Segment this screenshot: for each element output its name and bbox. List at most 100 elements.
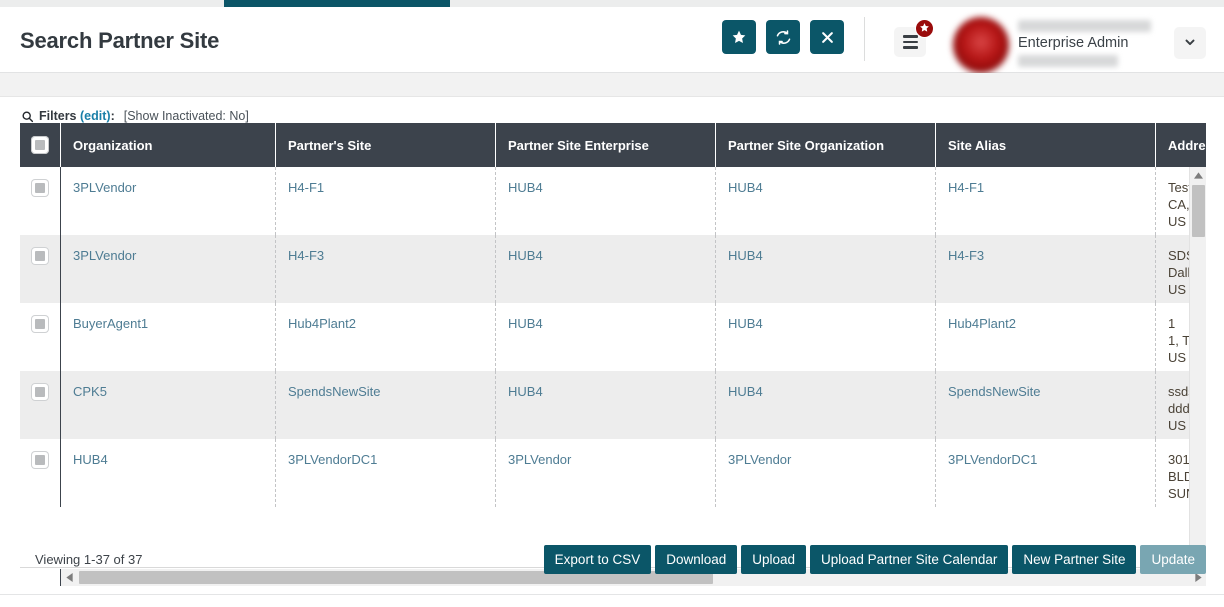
grid-body: 3PLVendor H4-F1 HUB4 HUB4 H4-F1 Test CA,… — [20, 167, 1206, 568]
cell-partners-site: SpendsNewSite — [275, 371, 495, 439]
column-header-partner-site-organization[interactable]: Partner Site Organization — [715, 123, 935, 167]
cell-partners-site: Hub4Plant2 — [275, 303, 495, 371]
main-content: Filters (edit) : [Show Inactivated: No] … — [0, 96, 1224, 595]
cell-site-alias: 3PLVendorDC1 — [935, 439, 1155, 507]
export-to-csv-button[interactable]: Export to CSV — [543, 545, 652, 574]
organization-link[interactable]: HUB4 — [73, 452, 108, 467]
organization-link[interactable]: CPK5 — [73, 384, 107, 399]
close-button[interactable] — [810, 20, 844, 54]
filters-label: Filters — [39, 109, 77, 123]
cell-partner-site-enterprise: HUB4 — [495, 371, 715, 439]
select-all-cell — [20, 123, 60, 167]
row-checkbox[interactable] — [31, 315, 49, 333]
header-action-buttons — [722, 20, 844, 54]
organization-link[interactable]: 3PLVendor — [73, 248, 136, 263]
cell-organization: BuyerAgent1 — [60, 303, 275, 371]
organization-link[interactable]: 3PLVendor — [73, 180, 136, 195]
cell-partner-site-enterprise: HUB4 — [495, 303, 715, 371]
column-header-partners-site[interactable]: Partner's Site — [275, 123, 495, 167]
row-select-cell — [20, 371, 60, 439]
grid-header-row: Organization Partner's Site Partner Site… — [20, 123, 1206, 167]
close-icon — [820, 30, 835, 45]
column-header-organization[interactable]: Organization — [60, 123, 275, 167]
cell-partner-site-enterprise: 3PLVendor — [495, 439, 715, 507]
cell-partners-site: 3PLVendorDC1 — [275, 439, 495, 507]
upload-button[interactable]: Upload — [741, 545, 807, 574]
filters-edit-link[interactable]: (edit) — [80, 109, 111, 123]
cell-site-alias: SpendsNewSite — [935, 371, 1155, 439]
cell-site-alias: Hub4Plant2 — [935, 303, 1155, 371]
table-row[interactable]: HUB4 3PLVendorDC1 3PLVendor 3PLVendor 3P… — [20, 439, 1206, 507]
star-icon — [919, 22, 930, 36]
user-org-redacted — [1018, 55, 1118, 67]
grid-vertical-scrollbar[interactable] — [1189, 167, 1206, 568]
partners-site-link[interactable]: SpendsNewSite — [288, 384, 381, 399]
favorite-button[interactable] — [722, 20, 756, 54]
row-checkbox[interactable] — [31, 383, 49, 401]
search-icon — [21, 110, 34, 123]
scroll-up-icon[interactable] — [1190, 167, 1207, 183]
vertical-scroll-thumb[interactable] — [1192, 185, 1205, 237]
row-checkbox[interactable] — [31, 451, 49, 469]
scroll-left-icon[interactable] — [61, 569, 77, 586]
cell-site-alias: H4-F1 — [935, 167, 1155, 235]
download-button[interactable]: Download — [655, 545, 738, 574]
cell-organization: CPK5 — [60, 371, 275, 439]
page-title: Search Partner Site — [20, 28, 220, 53]
cell-partner-site-organization: HUB4 — [715, 371, 935, 439]
avatar[interactable] — [953, 17, 1009, 73]
chevron-down-icon — [1183, 35, 1197, 52]
row-select-cell — [20, 439, 60, 507]
menu-star-badge — [915, 19, 934, 38]
upload-partner-site-calendar-button[interactable]: Upload Partner Site Calendar — [810, 545, 1009, 574]
partners-site-link[interactable]: H4-F1 — [288, 180, 324, 195]
new-partner-site-button[interactable]: New Partner Site — [1012, 545, 1137, 574]
active-tab-indicator[interactable] — [224, 0, 450, 7]
table-row[interactable]: 3PLVendor H4-F1 HUB4 HUB4 H4-F1 Test CA,… — [20, 167, 1206, 235]
notifications-menu[interactable] — [894, 19, 934, 57]
table-row[interactable]: 3PLVendor H4-F3 HUB4 HUB4 H4-F3 SDSD Dal… — [20, 235, 1206, 303]
user-menu-toggle[interactable] — [1174, 27, 1206, 59]
filters-colon: : — [110, 109, 115, 123]
header-content-gap — [0, 73, 1224, 96]
tab-strip-left-filler — [0, 0, 224, 7]
footer-action-buttons: Export to CSV Download Upload Upload Par… — [543, 545, 1206, 574]
star-icon — [731, 29, 747, 45]
update-button: Update — [1140, 545, 1206, 574]
row-select-cell — [20, 167, 60, 235]
tab-strip — [0, 0, 1224, 7]
column-header-partner-site-enterprise[interactable]: Partner Site Enterprise — [495, 123, 715, 167]
partners-site-link[interactable]: 3PLVendorDC1 — [288, 452, 377, 467]
cell-partner-site-enterprise: HUB4 — [495, 167, 715, 235]
cell-organization: 3PLVendor — [60, 235, 275, 303]
cell-partner-site-organization: HUB4 — [715, 167, 935, 235]
cell-organization: HUB4 — [60, 439, 275, 507]
row-select-cell — [20, 303, 60, 371]
page-header: Search Partner Site Enterprise Admin — [0, 7, 1224, 73]
cell-partners-site: H4-F3 — [275, 235, 495, 303]
column-header-site-alias[interactable]: Site Alias — [935, 123, 1155, 167]
partner-site-grid: Organization Partner's Site Partner Site… — [20, 123, 1206, 607]
refresh-icon — [775, 29, 792, 46]
organization-link[interactable]: BuyerAgent1 — [73, 316, 148, 331]
cell-organization: 3PLVendor — [60, 167, 275, 235]
refresh-button[interactable] — [766, 20, 800, 54]
partners-site-link[interactable]: H4-F3 — [288, 248, 324, 263]
table-row[interactable]: CPK5 SpendsNewSite HUB4 HUB4 SpendsNewSi… — [20, 371, 1206, 439]
select-all-checkbox[interactable] — [31, 136, 49, 154]
table-row[interactable]: BuyerAgent1 Hub4Plant2 HUB4 HUB4 Hub4Pla… — [20, 303, 1206, 371]
cell-partner-site-organization: 3PLVendor — [715, 439, 935, 507]
row-checkbox[interactable] — [31, 179, 49, 197]
cell-partner-site-enterprise: HUB4 — [495, 235, 715, 303]
row-select-cell — [20, 235, 60, 303]
filters-state-text: [Show Inactivated: No] — [123, 109, 249, 123]
header-divider — [864, 17, 865, 61]
tab-strip-right-filler — [450, 0, 1224, 7]
partners-site-link[interactable]: Hub4Plant2 — [288, 316, 356, 331]
cell-site-alias: H4-F3 — [935, 235, 1155, 303]
column-header-address[interactable]: Address — [1155, 123, 1206, 167]
cell-partner-site-organization: HUB4 — [715, 235, 935, 303]
cell-partner-site-organization: HUB4 — [715, 303, 935, 371]
user-info: Enterprise Admin — [1018, 19, 1152, 69]
row-checkbox[interactable] — [31, 247, 49, 265]
